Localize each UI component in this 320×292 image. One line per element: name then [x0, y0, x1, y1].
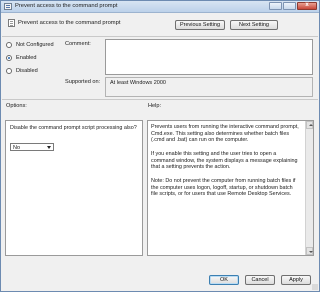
- ok-button[interactable]: OK: [209, 275, 239, 285]
- help-paragraph: Note: Do not prevent the computer from r…: [151, 178, 296, 197]
- radio-not-configured[interactable]: Not Configured: [6, 42, 54, 48]
- help-scrollbar[interactable]: [305, 121, 313, 255]
- help-pane: Prevents users from running the interact…: [147, 120, 314, 256]
- next-setting-button[interactable]: Next Setting: [230, 20, 278, 30]
- apply-button[interactable]: Apply: [281, 275, 311, 285]
- cancel-button[interactable]: Cancel: [245, 275, 275, 285]
- radio-not-configured-indicator[interactable]: [6, 42, 12, 48]
- options-label: Options:: [6, 103, 27, 109]
- window-controls: [269, 2, 317, 10]
- radio-enabled-indicator[interactable]: [6, 55, 12, 61]
- comment-label: Comment:: [65, 41, 91, 47]
- maximize-button[interactable]: [283, 2, 296, 10]
- radio-disabled[interactable]: Disabled: [6, 68, 38, 74]
- radio-not-configured-label: Not Configured: [16, 42, 54, 48]
- scroll-down-arrow-icon[interactable]: [306, 247, 313, 255]
- window-title: Prevent access to the command prompt: [15, 3, 118, 9]
- resize-grip-icon[interactable]: [312, 284, 318, 290]
- policy-editor-icon: [4, 3, 12, 10]
- scroll-up-arrow-icon[interactable]: [306, 121, 313, 129]
- header-row: Prevent access to the command prompt Pre…: [2, 14, 318, 37]
- policy-name: Prevent access to the command prompt: [18, 20, 121, 26]
- section-divider: [2, 99, 318, 100]
- supported-on-label: Supported on:: [65, 79, 101, 85]
- close-button[interactable]: [297, 2, 317, 10]
- radio-enabled[interactable]: Enabled: [6, 55, 37, 61]
- supported-on-value: At least Windows 2000: [105, 77, 313, 97]
- help-label: Help:: [148, 103, 162, 109]
- policy-document-icon: [8, 19, 15, 27]
- policy-setting-dialog: Prevent access to the command prompt Pre…: [0, 0, 320, 292]
- help-paragraph: If you enable this setting and the user …: [151, 151, 298, 170]
- help-paragraph: Prevents users from running the interact…: [151, 124, 299, 143]
- title-bar[interactable]: Prevent access to the command prompt: [1, 1, 319, 13]
- radio-disabled-indicator[interactable]: [6, 68, 12, 74]
- minimize-button[interactable]: [269, 2, 282, 10]
- chevron-down-icon[interactable]: [47, 146, 51, 149]
- script-processing-select[interactable]: No: [10, 143, 54, 151]
- options-pane: Disable the command prompt script proces…: [5, 120, 143, 256]
- options-question: Disable the command prompt script proces…: [10, 125, 137, 131]
- previous-setting-button[interactable]: Previous Setting: [175, 20, 225, 30]
- radio-enabled-label: Enabled: [16, 55, 37, 61]
- script-processing-select-value: No: [13, 145, 21, 151]
- radio-disabled-label: Disabled: [16, 68, 38, 74]
- comment-field[interactable]: [105, 39, 313, 75]
